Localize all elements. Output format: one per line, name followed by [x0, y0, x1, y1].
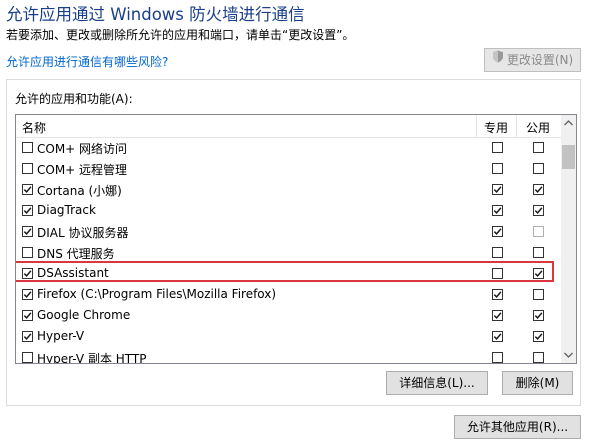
app-name: DNS 代理服务: [37, 247, 115, 261]
details-button[interactable]: 详细信息(L)...: [386, 371, 488, 395]
page-title: 允许应用通过 Windows 防火墙进行通信: [6, 5, 305, 24]
app-name: Hyper-V 副本 HTTP: [37, 352, 147, 364]
app-enabled-checkbox[interactable]: [22, 142, 33, 153]
app-name: DSAssistant: [37, 266, 109, 280]
uac-shield-icon: [492, 48, 504, 70]
column-separator: [476, 115, 477, 137]
private-network-checkbox[interactable]: [492, 352, 503, 363]
app-enabled-checkbox[interactable]: [22, 205, 33, 216]
app-name: Cortana (小娜): [37, 184, 122, 198]
app-row[interactable]: COM+ 远程管理: [16, 158, 561, 179]
app-name: Hyper-V: [37, 329, 85, 343]
private-network-checkbox[interactable]: [492, 142, 503, 153]
private-network-checkbox[interactable]: [492, 163, 503, 174]
app-row[interactable]: DSAssistant: [16, 261, 561, 284]
app-name: COM+ 网络访问: [37, 142, 128, 156]
public-network-checkbox[interactable]: [533, 289, 544, 300]
app-name: Google Chrome: [37, 308, 131, 322]
public-network-checkbox[interactable]: [533, 226, 544, 237]
app-row[interactable]: Cortana (小娜): [16, 179, 561, 200]
app-enabled-checkbox[interactable]: [22, 184, 33, 195]
allowed-apps-list[interactable]: 名称 专用 公用 COM+ 网络访问 COM+ 远程管理 Cortana (小娜) D…: [15, 114, 577, 364]
scroll-up-arrow-icon[interactable]: [561, 115, 576, 132]
app-row[interactable]: Hyper-V 副本 HTTP: [16, 347, 561, 364]
app-row[interactable]: DIAL 协议服务器: [16, 221, 561, 242]
list-scrollbar[interactable]: [561, 115, 576, 363]
public-network-checkbox[interactable]: [533, 310, 544, 321]
scrollbar-thumb[interactable]: [562, 145, 575, 169]
public-network-checkbox[interactable]: [533, 205, 544, 216]
private-network-checkbox[interactable]: [492, 268, 503, 279]
column-header-name[interactable]: 名称: [22, 119, 46, 136]
column-separator: [516, 115, 517, 137]
private-network-checkbox[interactable]: [492, 289, 503, 300]
change-settings-label: 更改设置(N): [506, 53, 574, 67]
app-row[interactable]: DNS 代理服务: [16, 242, 561, 263]
public-network-checkbox[interactable]: [533, 163, 544, 174]
column-header-public[interactable]: 公用: [523, 119, 553, 136]
app-enabled-checkbox[interactable]: [22, 268, 33, 279]
app-enabled-checkbox[interactable]: [22, 247, 33, 258]
scroll-down-arrow-icon[interactable]: [561, 346, 576, 363]
app-row[interactable]: Firefox (C:\Program Files\Mozilla Firefo…: [16, 284, 561, 305]
page-subtitle: 若要添加、更改或删除所允许的应用和端口，请单击“更改设置”。: [6, 28, 355, 42]
public-network-checkbox[interactable]: [533, 142, 544, 153]
public-network-checkbox[interactable]: [533, 268, 544, 279]
allow-other-app-button[interactable]: 允许其他应用(R)...: [454, 415, 581, 439]
app-row[interactable]: Google Chrome: [16, 305, 561, 326]
app-row[interactable]: COM+ 网络访问: [16, 137, 561, 158]
column-header-private[interactable]: 专用: [483, 119, 509, 136]
app-name: DIAL 协议服务器: [37, 226, 129, 240]
allowed-apps-label: 允许的应用和功能(A):: [15, 92, 133, 106]
app-enabled-checkbox[interactable]: [22, 163, 33, 174]
public-network-checkbox[interactable]: [533, 247, 544, 258]
private-network-checkbox[interactable]: [492, 226, 503, 237]
private-network-checkbox[interactable]: [492, 310, 503, 321]
private-network-checkbox[interactable]: [492, 247, 503, 258]
app-row[interactable]: DiagTrack: [16, 200, 561, 221]
app-name: COM+ 远程管理: [37, 163, 128, 177]
app-name: DiagTrack: [37, 203, 96, 217]
app-enabled-checkbox[interactable]: [22, 289, 33, 300]
app-row[interactable]: Hyper-V: [16, 326, 561, 347]
app-enabled-checkbox[interactable]: [22, 226, 33, 237]
app-enabled-checkbox[interactable]: [22, 310, 33, 321]
delete-button[interactable]: 删除(M): [502, 371, 573, 395]
private-network-checkbox[interactable]: [492, 205, 503, 216]
app-enabled-checkbox[interactable]: [22, 331, 33, 342]
public-network-checkbox[interactable]: [533, 331, 544, 342]
risk-info-link[interactable]: 允许应用进行通信有哪些风险?: [6, 53, 168, 70]
app-name: Firefox (C:\Program Files\Mozilla Firefo…: [37, 287, 277, 301]
change-settings-button[interactable]: 更改设置(N): [484, 48, 581, 72]
list-header: 名称 专用 公用: [16, 115, 561, 138]
private-network-checkbox[interactable]: [492, 184, 503, 195]
public-network-checkbox[interactable]: [533, 184, 544, 195]
private-network-checkbox[interactable]: [492, 331, 503, 342]
app-enabled-checkbox[interactable]: [22, 352, 33, 363]
public-network-checkbox[interactable]: [533, 352, 544, 363]
